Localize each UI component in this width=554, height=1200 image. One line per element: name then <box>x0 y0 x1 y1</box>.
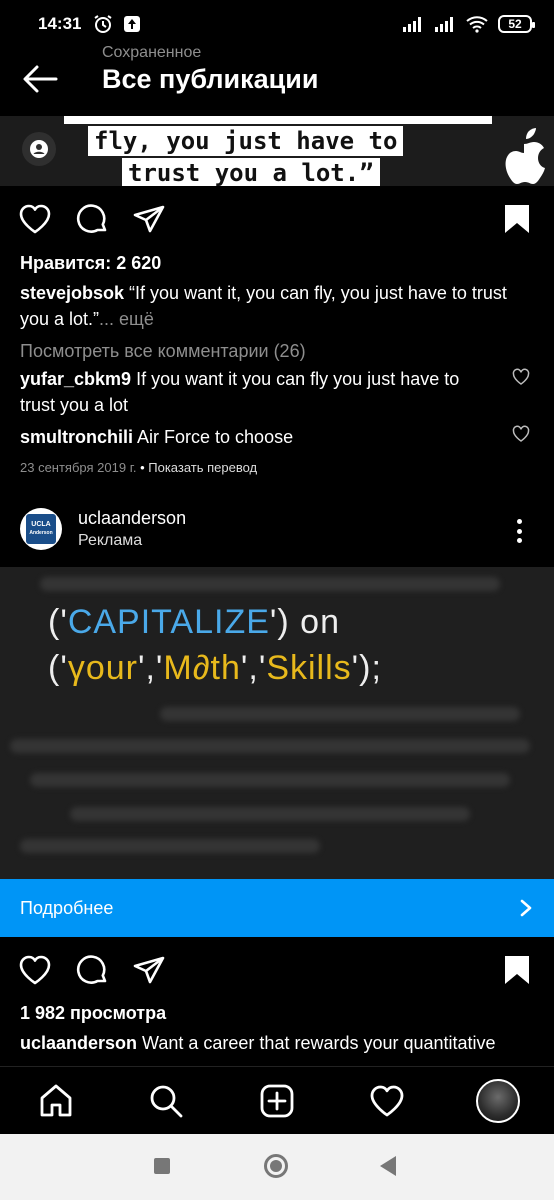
blurred-formula <box>20 839 320 853</box>
page-header: Сохраненное Все публикации <box>0 40 554 116</box>
home-icon[interactable] <box>38 1083 74 1119</box>
comment-like-heart-icon[interactable] <box>512 368 530 386</box>
chevron-right-icon <box>520 899 532 917</box>
comment-text: Air Force to choose <box>133 427 294 447</box>
comment-icon[interactable] <box>76 203 110 235</box>
post-date: 23 сентября 2019 г. <box>20 460 137 475</box>
bookmark-saved-icon[interactable] <box>500 954 534 986</box>
avatar-text-line-1: UCLA <box>31 521 51 528</box>
signal-icon-2 <box>435 17 453 32</box>
recent-apps-icon[interactable] <box>154 1158 170 1174</box>
page-title: Все публикации <box>102 64 319 94</box>
comment-1: yufar_cbkm9 If you want it you can fly y… <box>20 366 459 392</box>
sponsored-label: Реклама <box>78 532 143 549</box>
view-count[interactable]: 1 982 просмотра <box>20 1003 166 1024</box>
avatar-text-line-2: Anderson <box>29 530 53 536</box>
code-text: (' <box>48 649 68 687</box>
wifi-icon <box>466 16 488 33</box>
comment-text: If you want it you can fly you just have… <box>131 369 460 389</box>
code-highlight: Skills <box>266 649 352 687</box>
ad-headline-line-1: ('CAPITALIZE') on <box>48 603 340 642</box>
alarm-icon <box>94 15 113 33</box>
tagged-user-icon[interactable] <box>22 132 56 166</box>
top-post-action-bar <box>0 193 554 245</box>
bottom-navigation <box>0 1066 554 1134</box>
image-quote-line-2: trust you a lot.” <box>122 158 380 186</box>
comment-1-line-2: trust you a lot <box>20 395 129 415</box>
separator: • <box>136 460 149 475</box>
ad-post-action-bar <box>0 944 554 996</box>
caption-text-line-1: “If you want it, you can fly, you just h… <box>124 283 507 303</box>
activity-heart-icon[interactable] <box>369 1083 405 1119</box>
comment-username[interactable]: yufar_cbkm9 <box>20 369 131 389</box>
quote-band <box>64 116 492 124</box>
apple-logo-icon <box>505 128 545 184</box>
like-heart-icon[interactable] <box>18 954 52 986</box>
post-caption: stevejobsok “If you want it, you can fly… <box>20 280 507 306</box>
blurred-formula <box>160 707 520 721</box>
learn-more-button[interactable]: Подробнее <box>0 879 554 937</box>
comment-username[interactable]: smultronchili <box>20 427 133 447</box>
view-all-comments-link[interactable]: Посмотреть все комментарии (26) <box>20 338 306 364</box>
code-text: '); <box>351 649 382 687</box>
blurred-formula <box>40 577 500 591</box>
like-count[interactable]: Нравится: 2 620 <box>20 250 161 276</box>
blurred-formula <box>70 807 470 821</box>
caption-text-line-2: you a lot.” <box>20 309 100 329</box>
caption-username[interactable]: uclaanderson <box>20 1033 137 1053</box>
code-text: ',' <box>240 649 267 687</box>
search-icon[interactable] <box>148 1083 184 1119</box>
ad-headline-line-2: ('γour','M∂th','Skills'); <box>48 649 382 688</box>
back-arrow-icon[interactable] <box>22 64 58 94</box>
home-circle-icon[interactable] <box>264 1154 288 1178</box>
new-post-icon[interactable] <box>259 1083 295 1119</box>
caption-more-link[interactable]: ... ещё <box>99 309 154 329</box>
share-send-icon[interactable] <box>132 954 166 986</box>
battery-indicator: 52 <box>498 15 535 33</box>
profile-avatar[interactable] <box>476 1079 520 1123</box>
like-heart-icon[interactable] <box>18 203 52 235</box>
comment-2: smultronchili Air Force to choose <box>20 424 293 450</box>
ad-image[interactable]: ('CAPITALIZE') on ('γour','M∂th','Skills… <box>0 567 554 879</box>
code-highlight: γour <box>67 649 138 687</box>
post-date-row: 23 сентября 2019 г. • Показать перевод <box>20 460 257 475</box>
bookmark-saved-icon[interactable] <box>500 203 534 235</box>
cta-label: Подробнее <box>20 897 114 918</box>
share-send-icon[interactable] <box>132 203 166 235</box>
show-translation-link[interactable]: Показать перевод <box>148 460 257 475</box>
top-post-image[interactable]: fly, you just have to trust you a lot.” <box>0 116 554 186</box>
upload-notification-icon <box>124 16 141 32</box>
ad-avatar[interactable]: UCLA Anderson <box>20 508 62 550</box>
ad-username[interactable]: uclaanderson <box>78 508 186 529</box>
ad-caption: uclaanderson Want a career that rewards … <box>20 1030 496 1056</box>
code-text: (' <box>48 603 68 641</box>
system-navigation-bar <box>0 1134 554 1200</box>
status-time: 14:31 <box>38 14 82 33</box>
back-triangle-icon[interactable] <box>380 1156 396 1176</box>
code-highlight: M∂th <box>163 649 241 687</box>
code-text: ',' <box>137 649 164 687</box>
blurred-formula <box>10 739 530 753</box>
caption-username[interactable]: stevejobsok <box>20 283 124 303</box>
signal-icon <box>403 17 421 32</box>
code-highlight: CAPITALIZE <box>67 603 270 641</box>
blurred-formula <box>30 773 510 787</box>
comment-like-heart-icon[interactable] <box>512 425 530 443</box>
header-subtitle: Сохраненное <box>102 44 202 61</box>
more-options-icon[interactable] <box>508 516 530 546</box>
image-quote-line-1: fly, you just have to <box>88 126 404 156</box>
code-text: ') on <box>269 603 340 641</box>
comment-icon[interactable] <box>76 954 110 986</box>
caption-text-line-1: Want a career that rewards your quantita… <box>137 1033 496 1053</box>
post-caption-line-2: you a lot.”... ещё <box>20 306 154 332</box>
